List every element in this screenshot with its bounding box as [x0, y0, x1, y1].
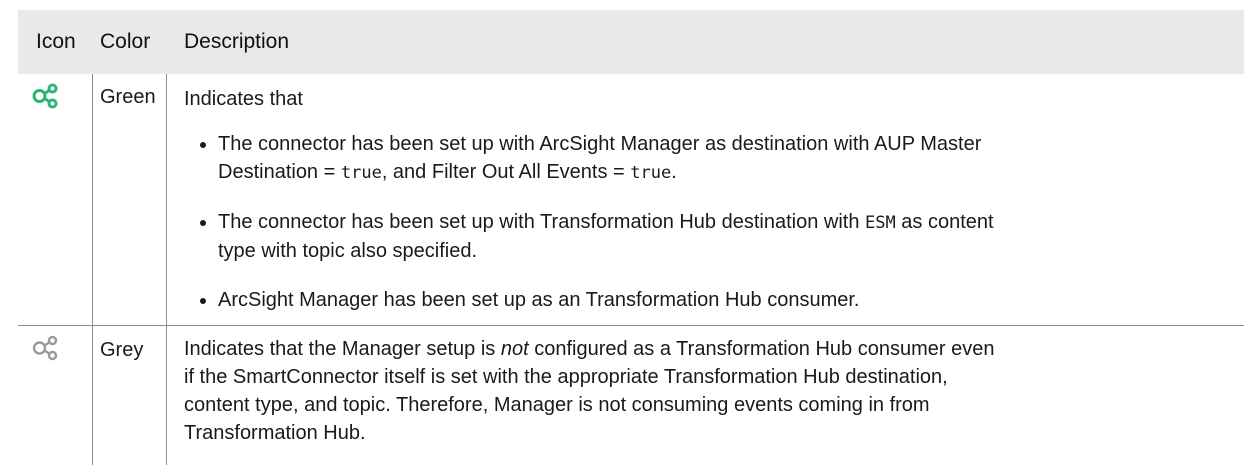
row-divider [18, 325, 1244, 326]
code-value: ESM [865, 213, 896, 233]
row-description: Indicates that the Manager setup is not … [184, 338, 995, 444]
code-value: true [340, 163, 382, 183]
list-item: The connector has been set up with Trans… [200, 208, 1220, 268]
list-item-text: The connector has been set up with ArcSi… [218, 133, 982, 183]
table-header: Icon Color Description [18, 10, 1244, 74]
column-divider [92, 74, 93, 465]
header-description: Description [184, 30, 290, 53]
row-description-intro: Indicates that [184, 88, 303, 110]
list-item-text: ArcSight Manager has been set up as an T… [218, 289, 860, 311]
bullet-dot [200, 220, 206, 226]
list-item: ArcSight Manager has been set up as an T… [200, 286, 1220, 316]
bullet-dot [200, 142, 206, 148]
row-color-label: Green [100, 86, 156, 108]
column-divider [166, 74, 167, 465]
connector-nodes-icon [32, 335, 58, 361]
emphasis-not: not [500, 338, 529, 360]
code-value: true [630, 163, 672, 183]
row-color-label: Grey [100, 339, 144, 361]
header-icon: Icon [36, 30, 76, 53]
bullet-dot [200, 298, 206, 304]
header-color: Color [100, 30, 151, 53]
connector-nodes-icon [32, 83, 58, 109]
list-item: The connector has been set up with ArcSi… [200, 130, 1220, 190]
list-item-text: The connector has been set up with Trans… [218, 211, 994, 262]
status-icon-table: Icon Color Description Green Indicates t… [18, 10, 1244, 465]
